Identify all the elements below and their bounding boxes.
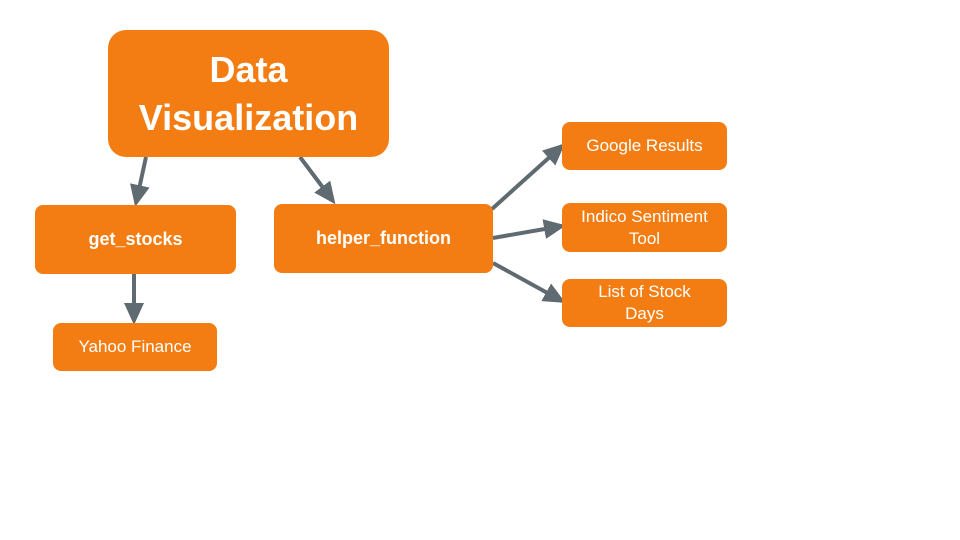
edge-helper-function-to-google-results (490, 143, 565, 211)
edge-helper-function-to-list-of-stock-days (492, 261, 566, 303)
node-data-visualization: Data Visualization (108, 30, 389, 157)
edge-data-visualization-to-get-stocks (130, 156, 150, 207)
node-google-results-label: Google Results (586, 136, 703, 155)
node-yahoo-finance: Yahoo Finance (53, 323, 217, 371)
node-list-of-stock-days-label: List of Stock Days (598, 282, 691, 323)
edge-helper-function-to-indico-sentiment-tool (492, 219, 566, 240)
node-indico-sentiment-tool: Indico Sentiment Tool (562, 203, 727, 252)
node-helper-function-label: helper_function (315, 228, 451, 248)
node-get-stocks: get_stocks (35, 205, 236, 274)
node-get-stocks-label: get_stocks (88, 229, 183, 249)
node-helper-function: helper_function (274, 204, 493, 273)
node-data-visualization-label: Data Visualization (138, 48, 359, 138)
node-google-results: Google Results (562, 122, 727, 170)
node-indico-sentiment-tool-label: Indico Sentiment Tool (581, 206, 708, 248)
edge-data-visualization-to-helper-function (298, 155, 336, 205)
node-yahoo-finance-label: Yahoo Finance (78, 337, 192, 356)
flow-diagram: Data Visualization get_stocks helper_fun… (0, 0, 960, 540)
node-list-of-stock-days: List of Stock Days (562, 279, 727, 327)
